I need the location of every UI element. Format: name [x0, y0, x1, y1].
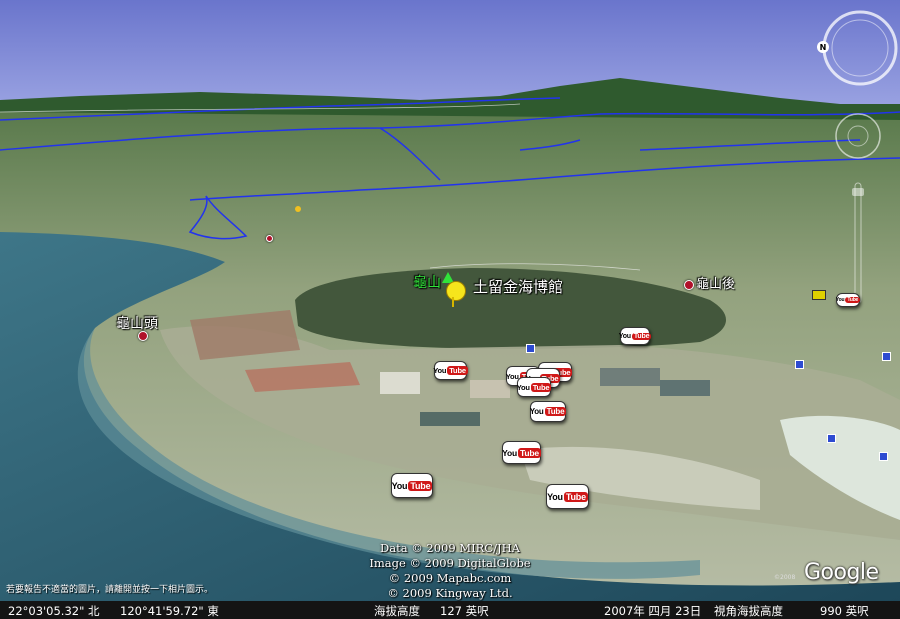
- photo-marker-icon[interactable]: [795, 360, 804, 369]
- status-eye-alt-label: 視角海拔高度: [714, 604, 783, 618]
- look-joystick-center: [847, 125, 869, 147]
- youtube-tube: Tube: [408, 480, 433, 491]
- photo-marker-icon[interactable]: [882, 352, 891, 361]
- youtube-you: You: [835, 297, 845, 303]
- youtube-video-marker[interactable]: YouTube: [546, 484, 589, 509]
- label-museum[interactable]: 土留金海博館: [473, 276, 563, 297]
- terrain-imagery[interactable]: [0, 0, 900, 619]
- youtube-tube: Tube: [447, 366, 468, 375]
- youtube-you: You: [529, 407, 544, 416]
- youtube-you: You: [502, 447, 517, 458]
- youtube-video-marker[interactable]: YouTube: [433, 361, 468, 380]
- status-imagery-date: 2007年 四月 23日: [604, 604, 702, 618]
- status-elevation-label: 海拔高度: [374, 604, 420, 618]
- building-block: [660, 380, 710, 396]
- place-pin-icon[interactable]: [684, 280, 694, 290]
- imagery-attribution: Data © 2009 MIRC/JHA Image © 2009 Digita…: [300, 541, 600, 601]
- youtube-tube: Tube: [563, 491, 588, 502]
- label-guishanhou[interactable]: 龜山後: [696, 273, 735, 292]
- building-block: [380, 372, 420, 394]
- youtube-you: You: [391, 480, 408, 491]
- compass-ring: [822, 10, 898, 86]
- pushpin-icon[interactable]: [446, 281, 466, 301]
- status-longitude: 120°41'59.72" 東: [120, 604, 219, 618]
- youtube-you: You: [618, 332, 631, 340]
- building-block: [600, 368, 660, 386]
- youtube-tube: Tube: [631, 332, 652, 340]
- report-image-notice: 若要報告不適當的圖片，請離開並按一下相片圖示。: [6, 585, 214, 595]
- youtube-video-marker[interactable]: YouTube: [502, 441, 541, 464]
- zoom-slider-track: [854, 182, 862, 304]
- youtube-video-marker[interactable]: YouTube: [835, 293, 861, 307]
- zoom-slider-handle: [852, 188, 864, 196]
- compass-inner-ring: [831, 19, 889, 77]
- building-block: [420, 412, 480, 426]
- landmark-icon[interactable]: [295, 206, 301, 212]
- status-eye-alt-value: 990 英呎: [820, 604, 869, 618]
- status-latitude: 22°03'05.32" 北: [8, 604, 100, 618]
- map-viewport[interactable]: N 龜山 土留金海博館 龜山後 龜山頭 YouTube YouTube YouT…: [0, 0, 900, 619]
- look-joystick: [835, 113, 881, 159]
- youtube-you: You: [433, 366, 447, 375]
- label-guishantou[interactable]: 龜山頭: [116, 313, 158, 333]
- logo-copyright: ©2008: [774, 574, 796, 581]
- building-block: [470, 380, 510, 398]
- attribution-line: © 2009 Kingway Ltd.: [387, 586, 513, 600]
- youtube-tube: Tube: [517, 447, 541, 458]
- photo-marker-icon[interactable]: [879, 452, 888, 461]
- camera-icon[interactable]: [812, 290, 826, 300]
- youtube-video-marker[interactable]: YouTube: [529, 401, 567, 422]
- compass-north-letter: N: [820, 43, 827, 52]
- photo-marker-icon[interactable]: [827, 434, 836, 443]
- status-elevation-value: 127 英呎: [440, 604, 489, 618]
- google-logo: Google: [804, 560, 879, 585]
- label-guishan[interactable]: 龜山: [413, 272, 441, 292]
- attribution-line: Image © 2009 DigitalGlobe: [369, 556, 531, 570]
- youtube-tube: Tube: [544, 407, 567, 416]
- youtube-tube: Tube: [845, 297, 861, 303]
- navigation-controls[interactable]: N: [812, 8, 900, 308]
- pushpin-needle-icon: [452, 297, 454, 307]
- attribution-line: © 2009 Mapabc.com: [388, 571, 512, 585]
- youtube-you: You: [516, 382, 530, 392]
- photo-marker-icon[interactable]: [526, 344, 535, 353]
- place-pin-icon[interactable]: [266, 235, 273, 242]
- youtube-video-marker[interactable]: YouTube: [516, 377, 552, 397]
- youtube-you: You: [547, 491, 563, 502]
- attribution-line: Data © 2009 MIRC/JHA: [380, 541, 520, 555]
- youtube-video-marker[interactable]: YouTube: [618, 327, 652, 345]
- status-bar: 22°03'05.32" 北 120°41'59.72" 東 海拔高度 127 …: [0, 601, 900, 619]
- youtube-video-marker[interactable]: YouTube: [391, 473, 433, 498]
- youtube-tube: Tube: [530, 382, 552, 392]
